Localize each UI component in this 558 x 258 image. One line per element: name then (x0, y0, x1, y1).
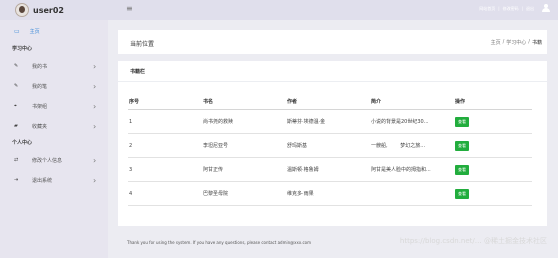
cell-intro: 一艘船, 梦幻之旅... (370, 133, 454, 158)
site-home-link[interactable]: 网站首页 (479, 6, 495, 12)
cell-author: 维克多·雨果 (286, 181, 370, 206)
cell-name: 巴黎圣母院 (202, 181, 286, 206)
view-button[interactable]: 查看 (455, 188, 469, 199)
panel-title: 书籍栏 (130, 69, 146, 75)
sidebar-item-label: 我的书 (32, 63, 48, 70)
sidebar-item-my-pen[interactable]: ✎ 我的笔 › (0, 76, 108, 96)
cell-intro: 小说的背景是20世纪30... (370, 109, 454, 134)
cell-intro: 阿甘是美人脸中的拇指和... (370, 157, 454, 182)
table-row: 3 阿甘正传 温斯顿·格鲁姆 阿甘是美人脸中的拇指和... 查看 (128, 157, 532, 182)
column-header-intro: 简介 (370, 93, 454, 110)
user-icon[interactable] (542, 4, 550, 12)
logout-icon: ⇥ (14, 177, 19, 183)
breadcrumb-separator: / (528, 39, 530, 45)
column-header-action: 操作 (454, 93, 532, 110)
sidebar-item-label: 主页 (29, 28, 40, 35)
cell-author: 斯蒂芬·埃德温·金 (286, 109, 370, 134)
cell-name: 李坦尼亚号 (202, 133, 286, 158)
main-content: 当前位置 主页 / 学习中心 / 书籍 书籍栏 序号 书名 作者 简介 操作 1… (108, 20, 558, 258)
column-header-no: 序号 (128, 93, 202, 110)
column-header-name: 书名 (202, 93, 286, 110)
cell-no: 1 (128, 109, 202, 134)
cell-action: 查看 (454, 109, 532, 134)
username[interactable]: user02 (33, 6, 64, 15)
breadcrumb: 主页 / 学习中心 / 书籍 (491, 39, 542, 46)
sidebar-item-label: 书架组 (32, 103, 48, 110)
table-header-row: 序号 书名 作者 简介 操作 (128, 93, 532, 110)
sidebar-item-edit-profile[interactable]: ⇄ 修改个人信息 › (0, 150, 108, 170)
chevron-right-icon: › (93, 61, 97, 71)
cell-name: 尚书尧的救赎 (202, 109, 286, 134)
logout-link[interactable]: 退出 (526, 6, 534, 12)
top-link-divider: | (498, 6, 500, 11)
cell-no: 4 (128, 181, 202, 206)
edit-icon: ✎ (14, 63, 19, 69)
breadcrumb-separator: / (502, 39, 505, 45)
view-button[interactable]: 查看 (455, 164, 469, 175)
sidebar-item-label: 退出系统 (32, 177, 53, 184)
breadcrumb-current: 书籍 (531, 40, 542, 46)
swap-icon: ⇄ (14, 157, 19, 163)
page-title-bar (118, 30, 547, 54)
sidebar-item-label: 我的笔 (32, 83, 48, 90)
top-link-divider: | (521, 6, 523, 11)
sidebar-item-exit[interactable]: ⇥ 退出系统 › (0, 170, 108, 190)
sidebar-item-favorites[interactable]: ▰ 收藏夹 › (0, 116, 108, 136)
chevron-right-icon: › (93, 175, 97, 185)
top-bar: user02 ≡ 网站首页 | 修改密码 | 退出 (0, 0, 558, 20)
cell-no: 2 (128, 133, 202, 158)
footer-text: Thank you for using the system. If you h… (127, 240, 312, 245)
sidebar: ▭ 主页 学习中心 ✎ 我的书 › ✎ 我的笔 › ⌖ 书架组 › ▰ 收藏夹 … (0, 20, 108, 258)
watermark: https://blog.csdn.net/… @稀土掘金技术社区 (399, 237, 547, 245)
cell-author: 舒玛斯基 (286, 133, 370, 158)
cell-action: 查看 (454, 157, 532, 182)
column-header-author: 作者 (286, 93, 370, 110)
menu-toggle-icon[interactable]: ≡ (126, 4, 133, 13)
cell-action: 查看 (454, 133, 532, 158)
folder-icon: ▰ (14, 123, 18, 129)
view-button[interactable]: 查看 (455, 140, 469, 151)
view-button[interactable]: 查看 (455, 116, 469, 127)
sidebar-item-label: 修改个人信息 (32, 157, 63, 164)
sidebar-item-shelf[interactable]: ⌖ 书架组 › (0, 96, 108, 116)
sidebar-item-home[interactable]: ▭ 主页 (0, 24, 108, 38)
cell-author: 温斯顿·格鲁姆 (286, 157, 370, 182)
books-panel: 书籍栏 序号 书名 作者 简介 操作 1 尚书尧的救赎 斯蒂芬·埃德温·金 小说… (118, 61, 547, 226)
table-row: 1 尚书尧的救赎 斯蒂芬·埃德温·金 小说的背景是20世纪30... 查看 (128, 109, 532, 134)
brand: user02 (0, 0, 108, 20)
sidebar-section-personal: 个人中心 (12, 140, 33, 146)
sidebar-item-my-books[interactable]: ✎ 我的书 › (0, 56, 108, 76)
pencil-icon: ✎ (14, 83, 19, 89)
avatar[interactable] (15, 3, 29, 17)
chevron-right-icon: › (93, 155, 97, 165)
panel-header: 书籍栏 (118, 61, 547, 82)
cell-intro (370, 181, 454, 206)
monitor-icon: ▭ (14, 27, 20, 35)
breadcrumb-study-center[interactable]: 学习中心 (506, 39, 526, 46)
breadcrumb-home[interactable]: 主页 (491, 39, 501, 46)
page-title: 当前位置 (130, 41, 155, 48)
chevron-right-icon: › (93, 81, 97, 91)
cell-name: 阿甘正传 (202, 157, 286, 182)
pin-icon: ⌖ (14, 103, 17, 109)
sidebar-section-study: 学习中心 (12, 46, 33, 52)
cell-action: 查看 (454, 181, 532, 206)
change-password-link[interactable]: 修改密码 (503, 6, 519, 12)
books-table: 序号 书名 作者 简介 操作 1 尚书尧的救赎 斯蒂芬·埃德温·金 小说的背景是… (128, 93, 532, 206)
cell-no: 3 (128, 157, 202, 182)
sidebar-item-label: 收藏夹 (32, 123, 48, 130)
table-row: 2 李坦尼亚号 舒玛斯基 一艘船, 梦幻之旅... 查看 (128, 133, 532, 158)
chevron-right-icon: › (93, 121, 97, 131)
chevron-right-icon: › (93, 101, 97, 111)
top-links: 网站首页 | 修改密码 | 退出 (479, 6, 534, 12)
table-row: 4 巴黎圣母院 维克多·雨果 查看 (128, 181, 532, 206)
